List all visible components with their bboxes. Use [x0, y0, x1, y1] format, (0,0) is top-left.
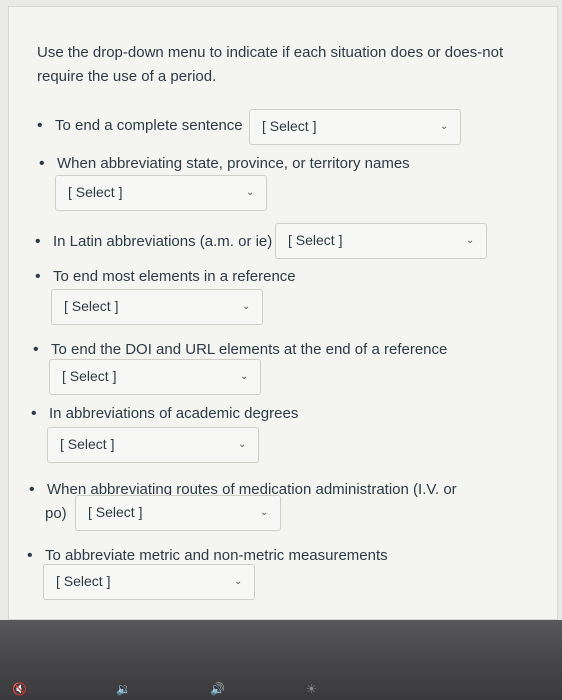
chevron-down-icon: ⌄: [440, 121, 449, 132]
select-dropdown[interactable]: [ Select ] ⌄: [49, 359, 261, 395]
list-item-continuation: po): [45, 503, 67, 525]
volume-down-icon: 🔉: [116, 682, 131, 696]
select-dropdown[interactable]: [ Select ] ⌄: [55, 175, 267, 211]
select-dropdown[interactable]: [ Select ] ⌄: [47, 427, 259, 463]
select-value: [ Select ]: [60, 436, 115, 452]
bullet: •: [33, 341, 39, 358]
bullet: •: [31, 405, 37, 422]
list-item: • In Latin abbreviations (a.m. or ie): [35, 231, 272, 253]
select-value: [ Select ]: [262, 118, 317, 134]
chevron-down-icon: ⌄: [466, 235, 475, 246]
item-label: To end a complete sentence: [55, 117, 243, 134]
quiz-question-card: Use the drop-down menu to indicate if ea…: [8, 6, 558, 620]
chevron-down-icon: ⌄: [246, 187, 255, 198]
chevron-down-icon: ⌄: [260, 507, 269, 518]
item-label: To end the DOI and URL elements at the e…: [51, 341, 448, 358]
volume-up-icon: 🔊: [210, 682, 225, 696]
select-value: [ Select ]: [288, 232, 343, 248]
item-label: To end most elements in a reference: [53, 268, 296, 285]
mute-icon: 🔇: [12, 682, 27, 696]
item-label: When abbreviating state, province, or te…: [57, 155, 410, 172]
chevron-down-icon: ⌄: [240, 371, 249, 382]
select-value: [ Select ]: [88, 504, 143, 520]
bullet: •: [29, 481, 35, 498]
select-value: [ Select ]: [56, 573, 111, 589]
item-label: To abbreviate metric and non-metric meas…: [45, 547, 388, 564]
select-dropdown[interactable]: [ Select ] ⌄: [75, 495, 281, 531]
select-value: [ Select ]: [64, 298, 119, 314]
list-item: • To end most elements in a reference: [35, 266, 296, 288]
list-item: • To end a complete sentence: [37, 115, 243, 137]
select-value: [ Select ]: [68, 184, 123, 200]
bullet: •: [35, 233, 41, 250]
select-dropdown[interactable]: [ Select ] ⌄: [249, 109, 461, 145]
select-dropdown[interactable]: [ Select ] ⌄: [275, 223, 487, 259]
item-label: In abbreviations of academic degrees: [49, 405, 299, 422]
select-dropdown[interactable]: [ Select ] ⌄: [43, 564, 255, 600]
bullet: •: [39, 155, 45, 172]
bullet: •: [27, 547, 33, 564]
bullet: •: [37, 117, 43, 134]
chevron-down-icon: ⌄: [242, 301, 251, 312]
select-dropdown[interactable]: [ Select ] ⌄: [51, 289, 263, 325]
list-item: • When abbreviating state, province, or t…: [39, 153, 410, 175]
bullet: •: [35, 268, 41, 285]
list-item: • In abbreviations of academic degrees: [31, 403, 298, 425]
item-label: In Latin abbreviations (a.m. or ie): [53, 233, 273, 250]
chevron-down-icon: ⌄: [234, 576, 243, 587]
list-item: • To end the DOI and URL elements at the …: [33, 339, 447, 361]
question-prompt: Use the drop-down menu to indicate if ea…: [37, 44, 504, 85]
brightness-icon: ☀: [306, 682, 317, 696]
item-label: po): [45, 505, 67, 522]
select-value: [ Select ]: [62, 368, 117, 384]
chevron-down-icon: ⌄: [238, 439, 247, 450]
device-bezel: 🔇 🔉 🔊 ☀: [0, 620, 562, 700]
